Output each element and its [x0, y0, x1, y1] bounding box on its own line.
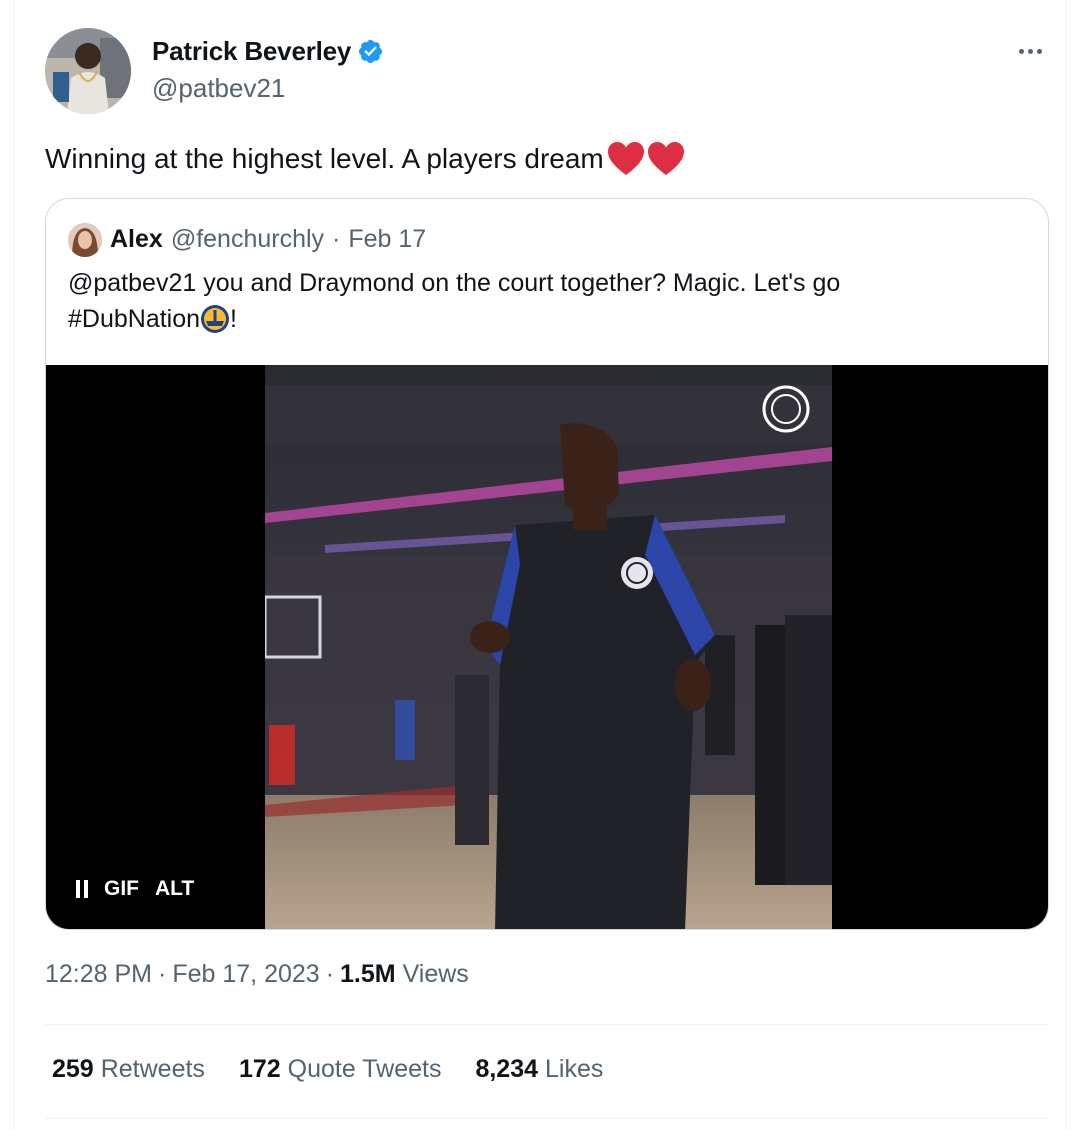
author-handle[interactable]: @patbev21 [152, 73, 285, 104]
quoted-tweet[interactable]: Alex @fenchurchly · Feb 17 @patbev21 you… [45, 198, 1049, 930]
gif-media[interactable]: GIF ALT [46, 365, 1048, 929]
quoted-author-name[interactable]: Alex [110, 225, 163, 254]
red-heart-emoji-icon [647, 142, 684, 175]
meta-separator: · [158, 960, 167, 988]
likes-label: Likes [545, 1055, 604, 1083]
author-avatar-image [45, 28, 131, 114]
author-display-name[interactable]: Patrick Beverley [152, 36, 351, 67]
retweets-label: Retweets [100, 1055, 205, 1083]
alt-badge[interactable]: ALT [155, 877, 194, 901]
verified-badge-icon [359, 39, 383, 64]
warriors-logo-icon [201, 305, 230, 333]
divider [45, 1024, 1049, 1025]
views-count: 1.5M [340, 960, 396, 988]
tweet-date[interactable]: Feb 17, 2023 [172, 960, 319, 989]
meta-separator: · [325, 960, 335, 988]
quoted-author-avatar[interactable] [68, 223, 102, 257]
quoted-text-exclamation: ! [230, 305, 237, 333]
tweet-card: Patrick Beverley @patbev21 Winning at th… [14, 0, 1066, 1130]
tweet-text: Winning at the highest level. A players … [45, 142, 684, 176]
quoted-separator: · [332, 225, 341, 253]
quotes-count: 172 [238, 1055, 281, 1083]
retweets-stat[interactable]: 259 Retweets [52, 1055, 205, 1084]
tweet-text-content: Winning at the highest level. A players … [45, 143, 604, 174]
quoted-text-line1: @patbev21 you and Draymond on the court … [68, 269, 841, 297]
gif-badge[interactable]: GIF [104, 877, 139, 901]
views-label: Views [402, 960, 469, 988]
divider [45, 1118, 1049, 1119]
tweet-time[interactable]: 12:28 PM [45, 960, 152, 989]
dubnation-hashtag[interactable]: #DubNation [68, 305, 200, 333]
quoted-date[interactable]: Feb 17 [348, 225, 426, 254]
likes-stat[interactable]: 8,234 Likes [475, 1055, 603, 1084]
pause-icon[interactable] [76, 880, 88, 898]
gif-scene-image [265, 365, 832, 929]
author-avatar[interactable] [45, 28, 131, 114]
likes-count: 8,234 [475, 1055, 539, 1083]
quoted-text-line2: #DubNation ! [68, 301, 1028, 337]
red-heart-emoji-icon [607, 142, 644, 175]
quoted-author-handle[interactable]: @fenchurchly [171, 225, 324, 254]
gif-frame[interactable] [265, 365, 832, 929]
more-options-icon[interactable] [1013, 36, 1047, 66]
quote-tweets-stat[interactable]: 172 Quote Tweets [239, 1055, 442, 1084]
quotes-label: Quote Tweets [287, 1055, 442, 1083]
gif-controls: GIF ALT [76, 877, 194, 901]
engagement-stats: 259 Retweets 172 Quote Tweets 8,234 Like… [52, 1055, 603, 1084]
retweets-count: 259 [52, 1055, 94, 1083]
tweet-meta: 12:28 PM · Feb 17, 2023 · 1.5M Views [45, 960, 469, 989]
views-stat[interactable]: 1.5M Views [340, 960, 469, 989]
quoted-author-avatar-image [68, 223, 102, 257]
quoted-text: @patbev21 you and Draymond on the court … [68, 265, 1028, 337]
